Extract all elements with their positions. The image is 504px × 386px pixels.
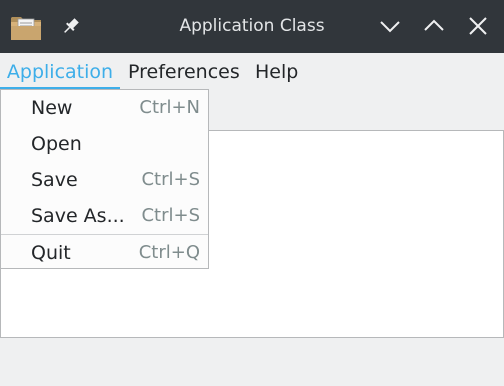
menu-item-open[interactable]: Open bbox=[1, 126, 208, 162]
menu-item-label: Quit bbox=[31, 242, 71, 264]
menu-item-shortcut: Ctrl+S bbox=[141, 169, 200, 190]
menu-preferences[interactable]: Preferences bbox=[128, 53, 240, 89]
menu-bar: Application Preferences Help bbox=[0, 53, 504, 89]
close-icon[interactable] bbox=[466, 14, 490, 38]
menu-help[interactable]: Help bbox=[255, 53, 298, 89]
maximize-chevron-up-icon[interactable] bbox=[422, 14, 446, 38]
menu-item-shortcut: Ctrl+Q bbox=[138, 242, 200, 263]
menu-item-label: Save As... bbox=[31, 205, 125, 227]
menu-item-save-as[interactable]: Save As... Ctrl+S bbox=[1, 198, 208, 234]
pin-icon[interactable] bbox=[60, 15, 82, 37]
title-bar[interactable]: Application Class bbox=[0, 0, 504, 53]
folder-document-icon[interactable] bbox=[10, 12, 42, 42]
menu-item-shortcut: Ctrl+S bbox=[141, 205, 200, 226]
menu-application[interactable]: Application bbox=[0, 53, 120, 89]
menu-application-label: Application bbox=[6, 61, 114, 83]
menu-item-label: Open bbox=[31, 133, 82, 155]
menu-item-label: New bbox=[31, 97, 73, 119]
menu-item-new[interactable]: New Ctrl+N bbox=[1, 90, 208, 126]
menu-item-label: Save bbox=[31, 169, 78, 191]
menu-item-quit[interactable]: Quit Ctrl+Q bbox=[1, 235, 208, 271]
application-window: Application Class Application Preference… bbox=[0, 0, 504, 386]
menu-item-shortcut: Ctrl+N bbox=[139, 97, 200, 118]
menu-item-save[interactable]: Save Ctrl+S bbox=[1, 162, 208, 198]
minimize-chevron-down-icon[interactable] bbox=[378, 14, 402, 38]
application-dropdown-menu: New Ctrl+N Open Save Ctrl+S Save As... C… bbox=[0, 89, 209, 269]
